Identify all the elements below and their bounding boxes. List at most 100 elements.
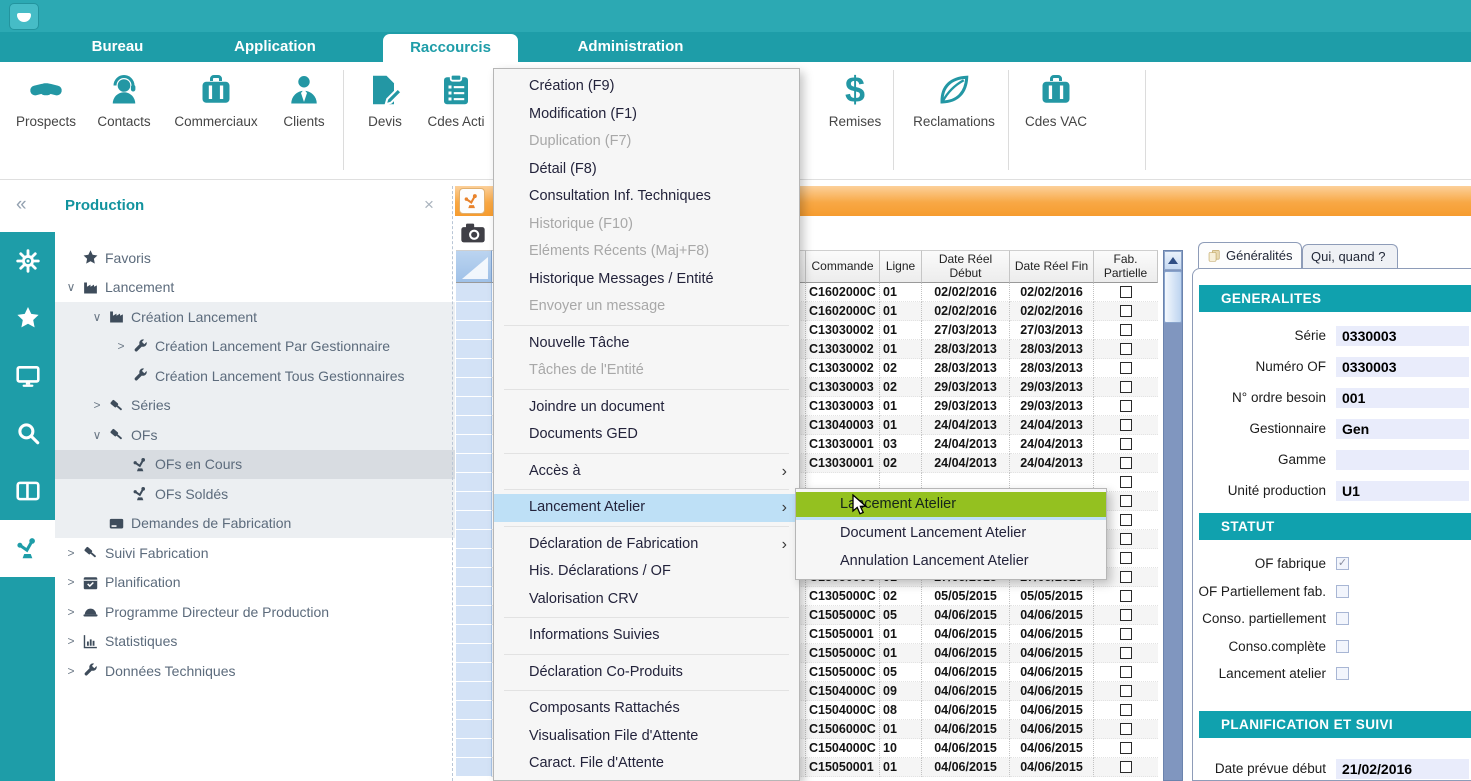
context-menu-item[interactable]: Modification (F1) <box>494 101 799 129</box>
context-menu-item[interactable]: Déclaration Co-Produits <box>494 659 799 687</box>
fab-partielle-checkbox[interactable] <box>1120 571 1132 583</box>
tree-item[interactable]: Statistiques <box>55 627 455 657</box>
rail-settings-item[interactable] <box>0 232 55 290</box>
context-menu-item[interactable]: Documents GED <box>494 421 799 449</box>
row-selector-cell[interactable] <box>456 416 492 435</box>
row-selector-cell[interactable] <box>456 568 492 587</box>
reclamations-button[interactable]: Reclamations <box>908 72 1000 129</box>
tree-expander-icon[interactable] <box>60 605 82 619</box>
submenu-item-document-lancement-atelier[interactable]: Document Lancement Atelier <box>796 520 1106 548</box>
tree-item[interactable]: OFs en Cours <box>55 450 455 480</box>
row-selector-cell[interactable] <box>456 682 492 701</box>
context-menu-item[interactable]: Eléments Récents (Maj+F8) <box>494 238 799 266</box>
serie-field[interactable]: 0330003 <box>1336 326 1469 346</box>
fab-partielle-checkbox[interactable] <box>1120 761 1132 773</box>
fab-partielle-checkbox[interactable] <box>1120 514 1132 526</box>
gestionnaire-field[interactable]: Gen <box>1336 419 1469 439</box>
fab-partielle-checkbox[interactable] <box>1120 533 1132 545</box>
date-prevue-debut-field[interactable]: 21/02/2016 <box>1336 759 1469 779</box>
row-selector-cell[interactable] <box>456 321 492 340</box>
status-checkbox[interactable] <box>1336 585 1349 598</box>
tree-expander-icon[interactable] <box>60 575 82 589</box>
row-selector-cell[interactable] <box>456 606 492 625</box>
tree-item[interactable]: Séries <box>55 391 455 421</box>
row-selector-cell[interactable] <box>456 644 492 663</box>
context-menu-item[interactable]: Envoyer un message <box>494 293 799 321</box>
context-menu-item[interactable]: Consultation Inf. Techniques <box>494 183 799 211</box>
column-header-ligne[interactable]: Ligne <box>880 250 922 283</box>
tree-item[interactable]: OFs <box>55 420 455 450</box>
tree-item[interactable]: Création Lancement Par Gestionnaire <box>55 332 455 362</box>
fab-partielle-checkbox[interactable] <box>1120 704 1132 716</box>
rail-production-item[interactable] <box>0 520 55 578</box>
tree-expander-icon[interactable] <box>86 398 108 412</box>
devis-button[interactable]: Devis <box>350 72 420 129</box>
scrollbar-thumb[interactable] <box>1164 271 1182 323</box>
row-selector-cell[interactable] <box>456 435 492 454</box>
tree-expander-icon[interactable] <box>86 428 108 442</box>
context-menu-item[interactable]: His. Déclarations / OF <box>494 558 799 586</box>
submenu-item-lancement-atelier[interactable]: Lancement Atelier <box>796 492 1106 520</box>
row-selector-cell[interactable] <box>456 340 492 359</box>
context-menu-item[interactable] <box>504 489 789 490</box>
fab-partielle-checkbox[interactable] <box>1120 324 1132 336</box>
context-menu-item[interactable]: Joindre un document <box>494 394 799 422</box>
tree-item[interactable]: Demandes de Fabrication <box>55 509 455 539</box>
row-selector-cell[interactable] <box>456 454 492 473</box>
row-selector-cell[interactable] <box>456 758 492 777</box>
context-menu-item[interactable] <box>504 690 789 691</box>
fab-partielle-checkbox[interactable] <box>1120 590 1132 602</box>
tree-item[interactable]: Favoris <box>55 243 455 273</box>
cdes-vac-button[interactable]: Cdes VAC <box>1012 72 1100 129</box>
row-selector-cell[interactable] <box>456 378 492 397</box>
rail-panels-item[interactable] <box>0 462 55 520</box>
tab-bureau[interactable]: Bureau <box>40 32 195 62</box>
collapse-sidebar-button[interactable]: « <box>16 194 27 216</box>
tree-item[interactable]: Lancement <box>55 273 455 303</box>
rail-favorites-item[interactable] <box>0 290 55 348</box>
fab-partielle-checkbox[interactable] <box>1120 666 1132 678</box>
column-header-date-reel-fin[interactable]: Date Réel Fin <box>1010 250 1094 283</box>
context-menu-item[interactable]: Valorisation CRV <box>494 586 799 614</box>
row-selector-cell[interactable] <box>456 663 492 682</box>
context-menu-item[interactable] <box>504 453 789 454</box>
app-menu-button[interactable] <box>9 3 39 30</box>
tree-item[interactable]: Création Lancement <box>55 302 455 332</box>
column-header-date-reel-debut[interactable]: Date Réel Début <box>922 250 1010 283</box>
prospects-button[interactable]: Prospects <box>6 72 86 129</box>
context-menu-item[interactable]: Historique Messages / Entité <box>494 266 799 294</box>
fab-partielle-checkbox[interactable] <box>1120 305 1132 317</box>
tree-item[interactable]: Programme Directeur de Production <box>55 597 455 627</box>
fab-partielle-checkbox[interactable] <box>1120 476 1132 488</box>
unite-production-field[interactable]: U1 <box>1336 481 1469 501</box>
cdes-acti-button[interactable]: Cdes Acti <box>420 72 492 129</box>
tab-qui-quand[interactable]: Qui, quand ? <box>1302 244 1398 268</box>
context-menu-item[interactable] <box>504 526 789 527</box>
fab-partielle-checkbox[interactable] <box>1120 343 1132 355</box>
context-menu-item[interactable]: Duplication (F7) <box>494 128 799 156</box>
fab-partielle-checkbox[interactable] <box>1120 685 1132 697</box>
context-menu-item[interactable]: Visualisation File d'Attente <box>494 723 799 751</box>
context-menu-item[interactable] <box>504 617 789 618</box>
tree-item[interactable]: Planification <box>55 568 455 598</box>
column-header-commande[interactable]: Commande <box>806 250 880 283</box>
row-selector-cell[interactable] <box>456 397 492 416</box>
tree-expander-icon[interactable] <box>60 664 82 678</box>
row-selector-cell[interactable] <box>456 549 492 568</box>
fab-partielle-checkbox[interactable] <box>1120 438 1132 450</box>
close-sidebar-button[interactable]: × <box>424 195 434 215</box>
column-header-fab-partielle[interactable]: Fab. Partielle <box>1094 250 1158 283</box>
fab-partielle-checkbox[interactable] <box>1120 381 1132 393</box>
tab-application[interactable]: Application <box>195 32 355 62</box>
rail-desktop-item[interactable] <box>0 347 55 405</box>
fab-partielle-checkbox[interactable] <box>1120 400 1132 412</box>
row-selector-cell[interactable] <box>456 587 492 606</box>
context-menu-item[interactable]: Détail (F8) <box>494 156 799 184</box>
context-menu-item[interactable]: Informations Suivies <box>494 622 799 650</box>
context-menu-item[interactable] <box>504 389 789 390</box>
tree-expander-icon[interactable] <box>60 634 82 648</box>
status-checkbox[interactable] <box>1336 640 1349 653</box>
row-selector-cell[interactable] <box>456 359 492 378</box>
selection-column-header[interactable] <box>456 250 492 283</box>
row-selector-cell[interactable] <box>456 530 492 549</box>
